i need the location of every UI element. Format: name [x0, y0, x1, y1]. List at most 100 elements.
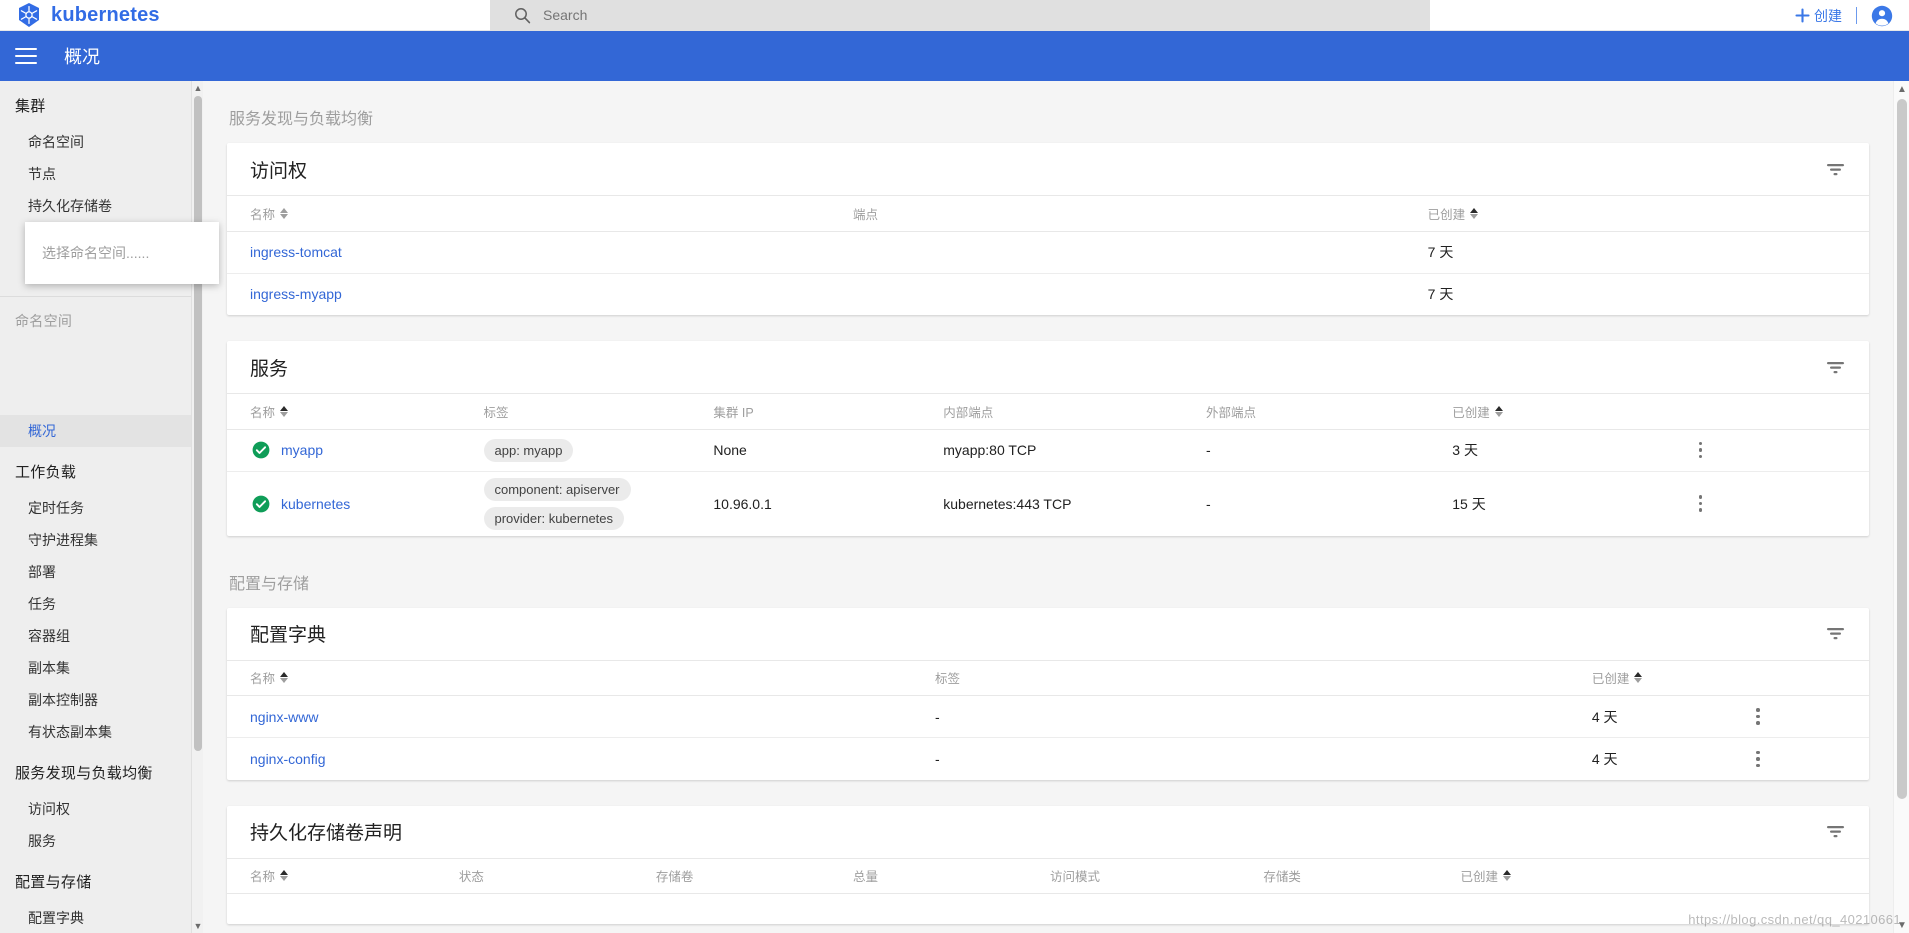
row-actions-menu-icon[interactable]	[1756, 750, 1760, 767]
sort-icon[interactable]	[280, 405, 289, 417]
service-internal-endpoints: kubernetes:443 TCP	[943, 495, 1072, 512]
service-name-link[interactable]: kubernetes	[281, 496, 350, 512]
row-actions-menu-icon[interactable]	[1756, 708, 1760, 725]
service-external-endpoints: -	[1203, 429, 1451, 472]
scroll-down-icon[interactable]: ▼	[192, 919, 203, 933]
table-row[interactable]: myapp app: myapp None myapp:80 TCP - 3 天	[227, 429, 1869, 472]
row-actions-menu-icon[interactable]	[1698, 441, 1703, 459]
check-circle-green-icon	[252, 441, 270, 459]
label-chip: component: apiserver	[483, 477, 631, 501]
account-circle-icon[interactable]	[1871, 5, 1893, 27]
column-header-endpoints: 端点	[850, 196, 1426, 232]
column-header-created[interactable]: 已创建	[1458, 858, 1705, 894]
services-table: 名称 标签 集群 IP 内部端点 外部端点 已创建 myapp app: mya…	[227, 394, 1869, 536]
sidebar-scrollbar-thumb[interactable]	[194, 96, 202, 751]
ingress-card-header: 访问权	[227, 143, 1869, 196]
ingress-endpoints	[850, 231, 1426, 274]
sidebar-item-config-maps[interactable]: 配置字典	[0, 902, 191, 933]
row-actions-menu-icon[interactable]	[1698, 495, 1703, 512]
sidebar-item-pods[interactable]: 容器组	[0, 620, 191, 652]
sidebar-item-namespaces[interactable]: 命名空间	[0, 126, 191, 158]
search-input[interactable]	[543, 7, 1243, 23]
table-row[interactable]: nginx-config - 4 天	[227, 738, 1869, 780]
scroll-down-icon[interactable]: ▼	[1894, 917, 1909, 933]
service-name-link[interactable]: myapp	[281, 442, 323, 458]
scroll-up-icon[interactable]: ▲	[192, 81, 203, 95]
column-header-labels: 标签	[481, 394, 712, 430]
ingress-table: 名称 端点 已创建 ingress-tomcat 7 天 ingress-mya…	[227, 196, 1869, 315]
sidebar-item-replica-sets[interactable]: 副本集	[0, 652, 191, 684]
sidebar-item-ingresses[interactable]: 访问权	[0, 793, 191, 825]
sidebar-nav: 集群 命名空间 节点 持久化存储卷 角色 存储类 命名空间 概况 工作负载 定时…	[0, 81, 191, 933]
ingress-name-link[interactable]: ingress-tomcat	[250, 244, 342, 260]
toolbar-divider	[1856, 7, 1857, 24]
sidebar-item-jobs[interactable]: 任务	[0, 588, 191, 620]
brand-logo[interactable]: kubernetes	[0, 2, 490, 28]
column-header-created[interactable]: 已创建	[1589, 660, 1755, 696]
configmap-created: 4 天	[1589, 695, 1755, 738]
sidebar-item-stateful-sets[interactable]: 有状态副本集	[0, 716, 191, 748]
column-header-created[interactable]: 已创建	[1450, 394, 1697, 430]
table-row[interactable]: nginx-www - 4 天	[227, 695, 1869, 738]
plus-icon	[1795, 8, 1810, 23]
app-header: 概况	[0, 31, 1909, 81]
table-header-row: 名称 状态 存储卷 总量 访问模式 存储类 已创建	[227, 858, 1869, 894]
table-row[interactable]: ingress-tomcat 7 天	[227, 231, 1869, 274]
filter-list-icon[interactable]	[1826, 162, 1845, 177]
main-scrollbar[interactable]: ▲ ▼	[1893, 81, 1909, 933]
sort-icon[interactable]	[1494, 405, 1503, 417]
nav-group-title-config: 配置与存储	[15, 874, 92, 891]
ingress-card: 访问权 名称 端点 已创建 ingress-tomcat 7 天 ingress…	[227, 143, 1869, 315]
sidebar-item-cron-jobs[interactable]: 定时任务	[0, 492, 191, 524]
pvc-card-header: 持久化存储卷声明	[227, 806, 1869, 859]
brand-name: kubernetes	[51, 3, 160, 26]
service-cluster-ip: 10.96.0.1	[713, 495, 772, 512]
service-created: 15 天	[1452, 495, 1486, 512]
column-header-storage-class: 存储类	[1261, 858, 1459, 894]
sidebar-item-services[interactable]: 服务	[0, 825, 191, 857]
column-header-name[interactable]: 名称	[227, 858, 457, 894]
sort-icon[interactable]	[280, 870, 289, 882]
column-header-name[interactable]: 名称	[227, 394, 482, 430]
sort-icon[interactable]	[280, 672, 289, 684]
service-internal-endpoints: myapp:80 TCP	[941, 429, 1204, 472]
sidebar-item-nodes[interactable]: 节点	[0, 158, 191, 190]
column-header-created[interactable]: 已创建	[1425, 196, 1869, 232]
sidebar-item-replication-controllers[interactable]: 副本控制器	[0, 684, 191, 716]
sort-icon[interactable]	[1502, 870, 1511, 882]
table-row	[227, 894, 1869, 924]
ingress-name-link[interactable]: ingress-myapp	[250, 286, 342, 302]
section-label-discovery: 服务发现与负载均衡	[229, 111, 374, 128]
sidebar-item-deployments[interactable]: 部署	[0, 556, 191, 588]
column-header-name[interactable]: 名称	[227, 660, 934, 696]
table-row[interactable]: kubernetes component: apiserver provider…	[227, 471, 1869, 536]
hamburger-menu-icon[interactable]	[15, 48, 37, 64]
sidebar-scrollbar[interactable]: ▲ ▼	[191, 81, 203, 933]
search-bar[interactable]	[490, 0, 1430, 31]
pvc-table: 名称 状态 存储卷 总量 访问模式 存储类 已创建	[227, 858, 1869, 924]
sort-icon[interactable]	[1470, 207, 1479, 219]
column-header-name[interactable]: 名称	[227, 196, 851, 232]
configmap-name-link[interactable]: nginx-config	[250, 751, 326, 767]
column-header-external-endpoints: 外部端点	[1203, 394, 1451, 430]
namespace-dropdown-panel[interactable]: 选择命名空间......	[25, 222, 219, 284]
filter-list-icon[interactable]	[1826, 626, 1845, 641]
create-button[interactable]: 创建	[1795, 6, 1842, 26]
search-icon	[514, 7, 531, 24]
main-content: 服务发现与负载均衡 访问权 名称 端点 已创建 ingress-tomcat 7…	[203, 81, 1909, 933]
sort-icon[interactable]	[1634, 672, 1643, 684]
filter-list-icon[interactable]	[1826, 824, 1845, 839]
sidebar-item-persistent-volumes[interactable]: 持久化存储卷	[0, 190, 191, 222]
sidebar-item-overview[interactable]: 概况	[0, 415, 191, 447]
column-header-actions	[1754, 660, 1869, 696]
main-scrollbar-thumb[interactable]	[1897, 99, 1907, 799]
sidebar-item-daemon-sets[interactable]: 守护进程集	[0, 524, 191, 556]
scroll-up-icon[interactable]: ▲	[1894, 81, 1909, 97]
namespace-selector[interactable]	[0, 341, 191, 415]
table-row[interactable]: ingress-myapp 7 天	[227, 273, 1869, 315]
filter-list-icon[interactable]	[1826, 360, 1845, 375]
services-card-title: 服务	[250, 358, 289, 380]
sort-icon[interactable]	[280, 207, 289, 219]
ingress-card-title: 访问权	[250, 160, 308, 182]
configmap-name-link[interactable]: nginx-www	[250, 709, 318, 725]
